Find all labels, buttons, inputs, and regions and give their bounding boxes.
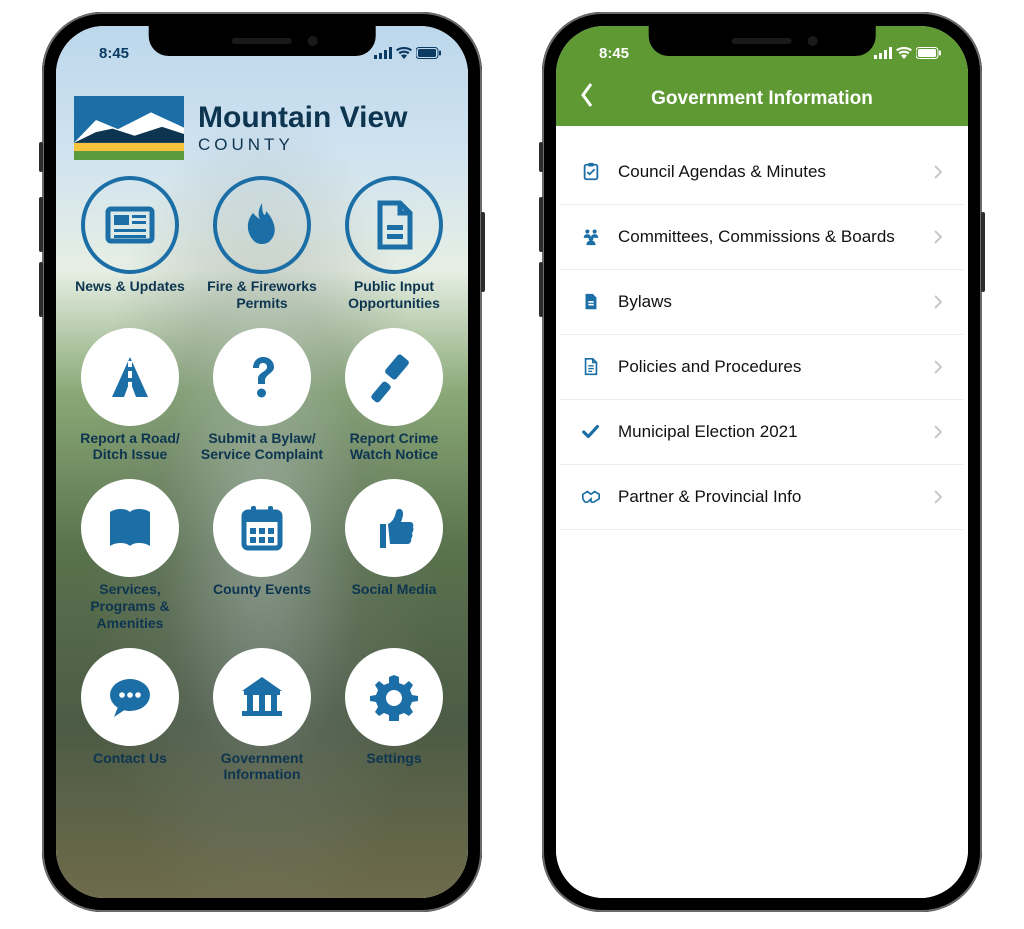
phone-detail: Government Information 8:45 Council Agen… [542, 12, 982, 912]
tile-label: Contact Us [93, 750, 167, 767]
tile-label: Report a Road/Ditch Issue [80, 430, 180, 464]
list-item-label: Committees, Commissions & Boards [618, 227, 930, 247]
wifi-icon [396, 47, 412, 59]
tile-label: Fire & Fireworks Permits [198, 278, 326, 312]
chevron-right-icon [930, 165, 946, 179]
home-tile-grid: News & Updates Fire & Fireworks PermitsPu… [56, 168, 468, 799]
question-icon [213, 328, 311, 426]
tile-label: County Events [213, 581, 311, 598]
doc-icon [578, 292, 604, 312]
doc-lines-icon [578, 357, 604, 377]
tile-label: Public Input Opportunities [330, 278, 458, 312]
home-tile-calendar[interactable]: County Events [196, 477, 328, 641]
chevron-right-icon [930, 295, 946, 309]
list-item[interactable]: Municipal Election 2021 [560, 400, 964, 465]
home-tile-gavel[interactable]: Report Crime Watch Notice [328, 326, 460, 474]
home-tile-thumbs-up[interactable]: Social Media [328, 477, 460, 641]
chevron-right-icon [930, 490, 946, 504]
status-indicators [374, 39, 442, 59]
handshake-icon [578, 487, 604, 507]
list-item-label: Bylaws [618, 292, 930, 312]
people-icon [578, 227, 604, 247]
chevron-left-icon [579, 82, 595, 108]
home-tile-newspaper[interactable]: News & Updates [64, 174, 196, 322]
cellular-icon [374, 47, 392, 59]
home-tile-road[interactable]: Report a Road/Ditch Issue [64, 326, 196, 474]
chevron-right-icon [930, 230, 946, 244]
device-notch [149, 26, 376, 56]
calendar-icon [213, 479, 311, 577]
device-notch [649, 26, 876, 56]
flame-icon [213, 176, 311, 274]
home-tile-chat[interactable]: Contact Us [64, 646, 196, 794]
home-screen: 8:45 Mountain View COUNTY News & Updates… [56, 26, 468, 898]
brand-subtitle: COUNTY [198, 135, 407, 155]
list-item[interactable]: Bylaws [560, 270, 964, 335]
wifi-icon [896, 47, 912, 59]
battery-icon [416, 47, 442, 59]
list-item[interactable]: Partner & Provincial Info [560, 465, 964, 530]
tile-label: Government Information [198, 750, 326, 784]
battery-icon [916, 47, 942, 59]
clipboard-icon [578, 162, 604, 182]
status-time: 8:45 [82, 37, 146, 62]
thumbs-up-icon [345, 479, 443, 577]
status-time: 8:45 [582, 37, 646, 62]
list-item[interactable]: Policies and Procedures [560, 335, 964, 400]
list-item-label: Council Agendas & Minutes [618, 162, 930, 182]
gavel-icon [345, 328, 443, 426]
home-tile-book[interactable]: Services, Programs & Amenities [64, 477, 196, 641]
page-title: Government Information [556, 88, 968, 110]
chat-icon [81, 648, 179, 746]
tile-label: News & Updates [75, 278, 185, 295]
bank-icon [213, 648, 311, 746]
list-item-label: Municipal Election 2021 [618, 422, 930, 442]
brand-logo-text: Mountain View COUNTY [198, 101, 407, 155]
status-indicators [874, 39, 942, 59]
home-tile-flame[interactable]: Fire & Fireworks Permits [196, 174, 328, 322]
detail-list: Council Agendas & Minutes Committees, Com… [556, 126, 968, 898]
tile-label: Settings [366, 750, 421, 767]
tile-label: Submit a Bylaw/Service Complaint [201, 430, 323, 464]
home-tile-document[interactable]: Public Input Opportunities [328, 174, 460, 322]
detail-screen: Government Information 8:45 Council Agen… [556, 26, 968, 898]
list-item[interactable]: Committees, Commissions & Boards [560, 205, 964, 270]
document-icon [345, 176, 443, 274]
tile-label: Report Crime Watch Notice [330, 430, 458, 464]
list-item-label: Partner & Provincial Info [618, 487, 930, 507]
home-tile-gear[interactable]: Settings [328, 646, 460, 794]
brand-logo-icon [74, 96, 184, 160]
chevron-right-icon [930, 360, 946, 374]
home-tile-question[interactable]: Submit a Bylaw/Service Complaint [196, 326, 328, 474]
check-icon [578, 422, 604, 442]
list-item-label: Policies and Procedures [618, 357, 930, 377]
tile-label: Services, Programs & Amenities [66, 581, 194, 631]
back-button[interactable] [572, 80, 602, 110]
chevron-right-icon [930, 425, 946, 439]
book-icon [81, 479, 179, 577]
phone-home: 8:45 Mountain View COUNTY News & Updates… [42, 12, 482, 912]
brand-header: Mountain View COUNTY [56, 86, 468, 164]
gear-icon [345, 648, 443, 746]
brand-name: Mountain View [198, 101, 407, 135]
road-icon [81, 328, 179, 426]
list-item[interactable]: Council Agendas & Minutes [560, 140, 964, 205]
tile-label: Social Media [352, 581, 437, 598]
newspaper-icon [81, 176, 179, 274]
home-tile-bank[interactable]: Government Information [196, 646, 328, 794]
cellular-icon [874, 47, 892, 59]
